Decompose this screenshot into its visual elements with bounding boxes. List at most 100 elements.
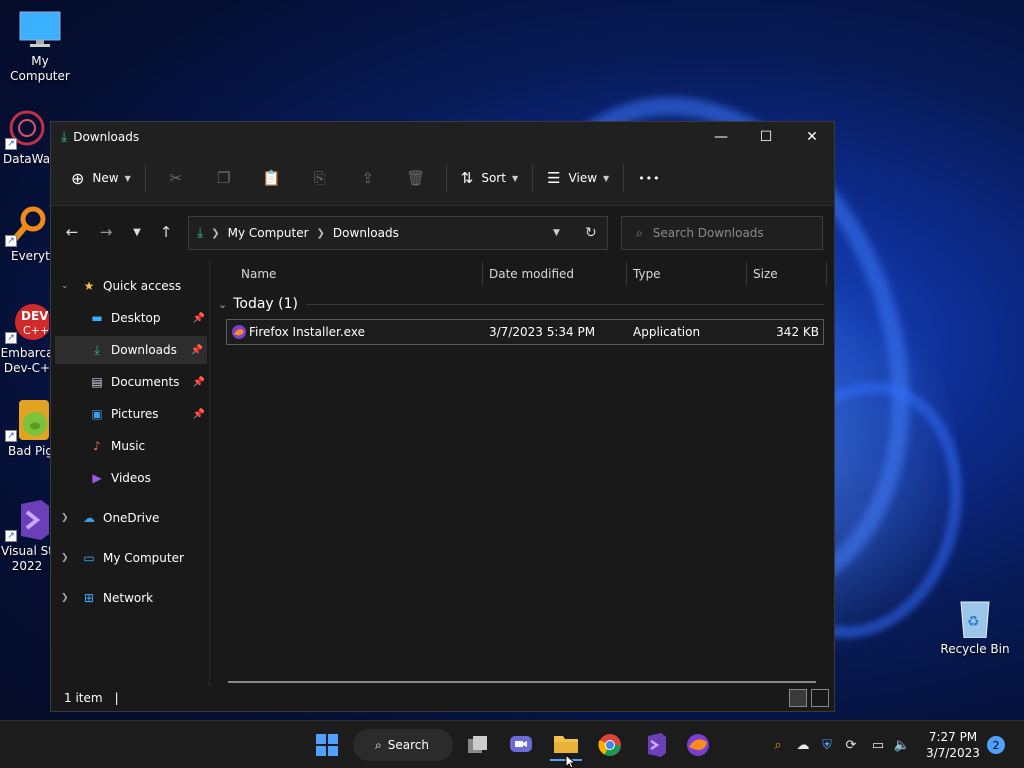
horizontal-scrollbar[interactable]	[228, 681, 816, 683]
recent-locations-chevron-icon[interactable]: ▼	[124, 220, 150, 244]
new-button[interactable]: ⊕ New ▼	[63, 162, 139, 194]
chevron-down-icon[interactable]: ⌄	[61, 281, 69, 291]
desktop-icon-visual-studio[interactable]: ↗ Visual St 2022	[0, 500, 54, 574]
column-header-size[interactable]: Size	[753, 260, 778, 288]
pin-icon[interactable]: 📌	[191, 345, 203, 356]
details-view-button[interactable]	[789, 689, 807, 707]
desktop-icon-my-computer[interactable]: My Computer	[0, 10, 80, 84]
nav-item-pictures[interactable]: ▣ Pictures 📌	[51, 400, 209, 428]
column-header-name[interactable]: Name	[241, 260, 276, 288]
desktop-icon-datawag[interactable]: ↗ DataWag	[0, 108, 58, 167]
view-lines-icon: ☰	[547, 169, 561, 187]
search-input[interactable]: ⌕ Search Downloads	[621, 216, 823, 250]
search-placeholder: Search Downloads	[652, 226, 764, 240]
nav-item-downloads[interactable]: ⤓ Downloads 📌	[55, 336, 207, 364]
close-button[interactable]: ✕	[789, 122, 835, 151]
column-divider[interactable]	[826, 262, 827, 286]
notification-badge[interactable]: 2	[987, 736, 1005, 754]
column-header-date[interactable]: Date modified	[489, 260, 574, 288]
sort-button[interactable]: ⇅ Sort ▼	[453, 162, 526, 194]
desktop-icon-label: Everyth	[11, 249, 58, 263]
nav-label: Documents	[111, 375, 180, 389]
chat-icon[interactable]	[505, 729, 537, 761]
share-icon[interactable]: ⇪	[344, 162, 392, 194]
chevron-right-icon[interactable]: ❯	[61, 513, 69, 523]
rename-icon[interactable]: ⎘	[296, 162, 344, 194]
cut-icon[interactable]: ✂	[152, 162, 200, 194]
minimize-button[interactable]: —	[698, 122, 744, 151]
nav-label: Downloads	[111, 343, 177, 357]
column-divider[interactable]	[746, 262, 747, 286]
refresh-icon[interactable]: ↻	[585, 225, 597, 241]
nav-network[interactable]: ❯ ⊞ Network	[51, 584, 209, 612]
nav-onedrive[interactable]: ❯ ☁ OneDrive	[51, 504, 209, 532]
video-icon: ▶	[92, 471, 102, 485]
column-divider[interactable]	[482, 262, 483, 286]
nav-item-documents[interactable]: ▤ Documents 📌	[51, 368, 209, 396]
forward-arrow-icon[interactable]: →	[93, 220, 119, 244]
up-arrow-icon[interactable]: ↑	[153, 220, 179, 244]
taskbar: ⌕ Search ⌕ ☁ ⛨ ⟳ ▭ 🔈 7:27 PM 3/7/2023 2	[0, 720, 1024, 768]
more-options-button[interactable]: •••	[630, 162, 668, 194]
nav-quick-access[interactable]: ⌄ ★ Quick access	[51, 272, 209, 300]
desktop-icon-everything[interactable]: ↗ Everyth	[0, 205, 58, 264]
datawag-icon: ↗	[5, 108, 49, 150]
view-button[interactable]: ☰ View ▼	[539, 162, 617, 194]
shortcut-arrow-icon: ↗	[5, 235, 17, 247]
column-divider[interactable]	[626, 262, 627, 286]
maximize-button[interactable]: ☐	[743, 122, 789, 151]
nav-label: Music	[111, 439, 146, 453]
group-divider	[306, 304, 824, 305]
nav-label: OneDrive	[103, 511, 160, 525]
desktop-icon-bad-piggies[interactable]: ↗ Bad Pig	[0, 400, 54, 459]
column-header-type[interactable]: Type	[633, 260, 661, 288]
address-dropdown-icon[interactable]: ▼	[553, 228, 560, 238]
file-date: 3/7/2023 5:34 PM	[489, 325, 596, 339]
sync-icon[interactable]: ⟳	[841, 735, 861, 755]
network-tray-icon[interactable]: ▭	[868, 735, 888, 755]
nav-label: Videos	[111, 471, 151, 485]
pin-icon[interactable]: 📌	[193, 313, 205, 324]
svg-text:C++: C++	[23, 324, 49, 337]
tiles-view-button[interactable]	[811, 689, 829, 707]
devcpp-icon: DEV C++ ↗	[5, 302, 51, 344]
pin-icon[interactable]: 📌	[193, 409, 205, 420]
desktop-icon-devcpp[interactable]: DEV C++ ↗ Embarca Dev-C+	[0, 302, 54, 376]
start-button[interactable]	[311, 729, 343, 761]
title-bar[interactable]: ⤓ Downloads — ☐ ✕	[51, 122, 834, 151]
visual-studio-taskbar-icon[interactable]	[638, 729, 670, 761]
breadcrumb-downloads[interactable]: Downloads	[333, 226, 399, 240]
back-arrow-icon[interactable]: ←	[59, 220, 85, 244]
desktop-icon-recycle-bin[interactable]: ♻ Recycle Bin	[935, 598, 1015, 657]
delete-icon[interactable]: 🗑	[392, 162, 440, 194]
breadcrumb-my-computer[interactable]: My Computer	[228, 226, 309, 240]
chevron-right-icon[interactable]: ❯	[61, 553, 69, 563]
svg-text:♻: ♻	[967, 614, 980, 630]
toolbar-divider	[532, 164, 534, 192]
nav-item-videos[interactable]: ▶ Videos	[51, 464, 209, 492]
nav-item-desktop[interactable]: ▬ Desktop 📌	[51, 304, 209, 332]
volume-icon[interactable]: 🔈	[892, 735, 912, 755]
plus-circle-icon: ⊕	[71, 168, 85, 188]
address-bar[interactable]: ⤓ ❯ My Computer ❯ Downloads ▼ ↻	[188, 216, 608, 250]
table-row[interactable]: Firefox Installer.exe 3/7/2023 5:34 PM A…	[226, 319, 824, 345]
group-header-today[interactable]: ⌄ Today (1)	[218, 296, 298, 312]
everything-tray-icon[interactable]: ⌕	[768, 735, 788, 755]
magnifier-icon: ↗	[5, 205, 49, 247]
nav-item-music[interactable]: ♪ Music	[51, 432, 209, 460]
pin-icon[interactable]: 📌	[193, 377, 205, 388]
task-view-icon[interactable]	[462, 729, 494, 761]
onedrive-tray-icon[interactable]: ☁	[793, 735, 813, 755]
search-icon: ⌕	[375, 737, 382, 752]
file-name: Firefox Installer.exe	[249, 325, 365, 339]
taskbar-search[interactable]: ⌕ Search	[353, 729, 453, 761]
system-clock[interactable]: 7:27 PM 3/7/2023	[920, 729, 986, 761]
chrome-icon[interactable]	[594, 729, 626, 761]
firefox-icon[interactable]	[682, 729, 714, 761]
chevron-right-icon[interactable]: ❯	[61, 593, 69, 603]
copy-icon[interactable]: ❐	[200, 162, 248, 194]
nav-my-computer[interactable]: ❯ ▭ My Computer	[51, 544, 209, 572]
security-shield-icon[interactable]: ⛨	[817, 735, 837, 755]
paste-icon[interactable]: 📋	[248, 162, 296, 194]
file-list-pane: Name Date modified Type Size ⌄ Today (1)…	[209, 260, 834, 686]
